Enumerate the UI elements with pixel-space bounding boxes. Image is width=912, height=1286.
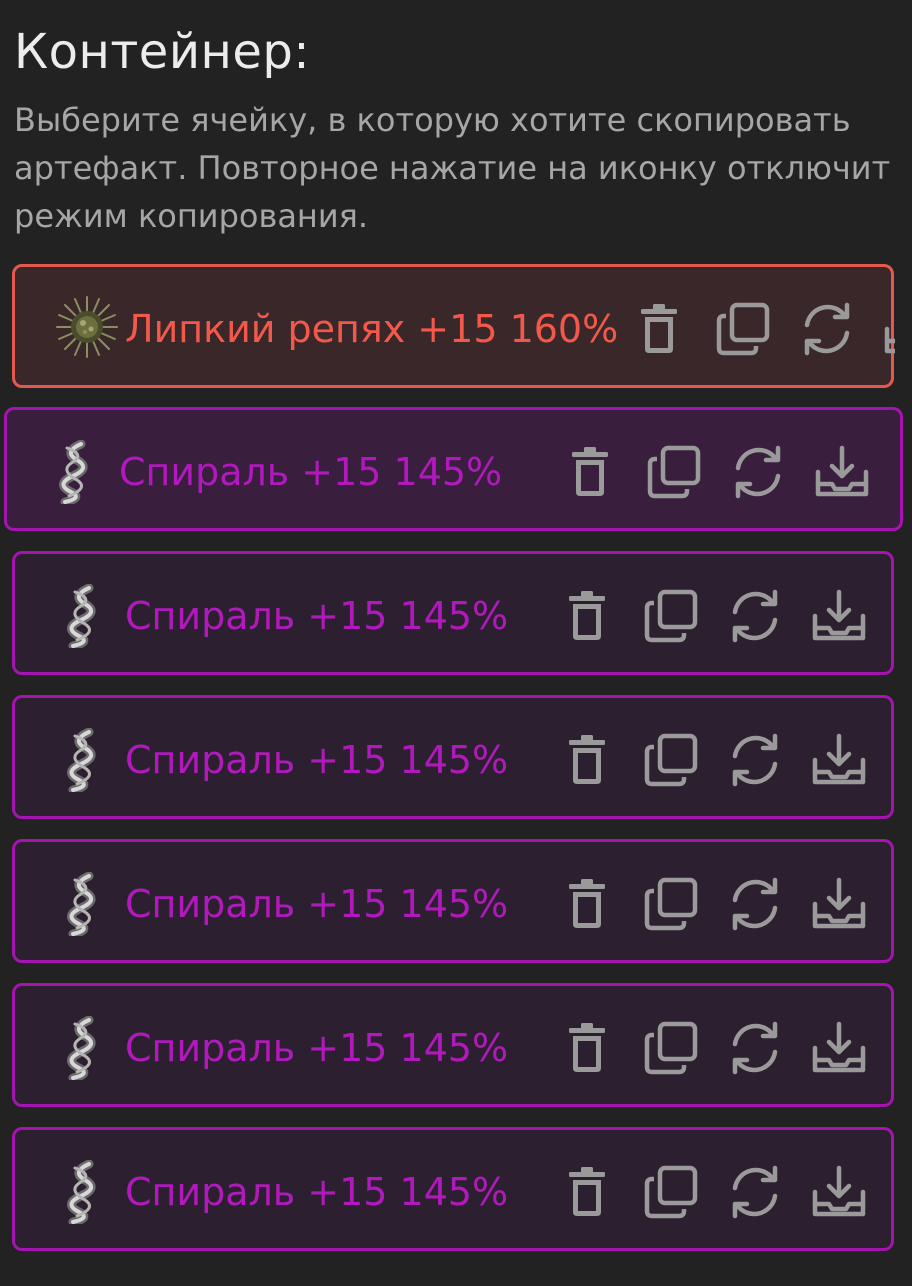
artifact-name: Спираль +15 145% [125,882,509,926]
swap-button[interactable] [728,442,788,502]
artifact-name: Спираль +15 145% [125,594,509,638]
download-icon [812,589,866,641]
swap-button[interactable] [725,730,785,790]
delete-button[interactable] [557,586,617,646]
copy-button[interactable] [641,874,701,934]
swap-icon [732,589,778,643]
artifact-name: Спираль +15 145% [125,1026,509,1070]
swap-button[interactable] [797,299,857,359]
download-button[interactable] [881,299,895,359]
artifact-slot[interactable]: Спираль +15 145% [12,983,894,1107]
trash-icon [569,591,605,640]
swap-icon [804,302,850,356]
swap-icon [732,1021,778,1075]
delete-button[interactable] [557,1162,617,1222]
artifact-slot[interactable]: Спираль +15 145% [12,551,894,675]
spiral-artifact-icon [51,584,115,648]
artifact-slot[interactable]: Спираль +15 145% [12,695,894,819]
spiral-artifact-icon [51,728,115,792]
trash-icon [569,735,605,784]
download-icon [812,1165,866,1217]
copy-icon [716,302,770,356]
trash-icon [569,1167,605,1216]
download-icon [812,877,866,929]
swap-icon [732,733,778,787]
artifact-slot-selected[interactable]: Липкий репях +15 160% [12,264,895,388]
artifact-slot[interactable]: Спираль +15 145% [4,407,903,531]
copy-button[interactable] [641,730,701,790]
spiral-artifact-icon [43,440,107,504]
delete-button[interactable] [557,874,617,934]
copy-icon [644,733,698,787]
artifact-name: Спираль +15 145% [125,1170,509,1214]
download-icon [812,1021,866,1073]
spiral-artifact-icon [51,1016,115,1080]
trash-icon [572,447,608,496]
trash-icon [569,879,605,928]
copy-icon [644,1165,698,1219]
download-button[interactable] [809,1162,869,1222]
download-icon [815,445,869,497]
swap-button[interactable] [725,874,785,934]
copy-icon [644,589,698,643]
trash-icon [641,304,677,353]
spiral-artifact-icon [51,1160,115,1224]
download-icon [812,733,866,785]
swap-icon [732,877,778,931]
copy-button[interactable] [641,586,701,646]
copy-button[interactable] [713,299,773,359]
swap-button[interactable] [725,1018,785,1078]
copy-icon [647,445,701,499]
delete-button[interactable] [557,730,617,790]
page-description: Выберите ячейку, в которую хотите скопир… [14,101,891,235]
copy-icon [644,877,698,931]
artifact-name: Спираль +15 145% [125,738,509,782]
copy-button[interactable] [641,1162,701,1222]
download-button[interactable] [809,1018,869,1078]
delete-button[interactable] [629,299,689,359]
artifact-name: Липкий репях +15 160% [125,307,619,351]
artifact-slot[interactable]: Спираль +15 145% [12,1127,894,1251]
copy-icon [644,1021,698,1075]
download-button[interactable] [809,586,869,646]
download-button[interactable] [809,730,869,790]
swap-button[interactable] [725,1162,785,1222]
swap-button[interactable] [725,586,785,646]
delete-button[interactable] [560,442,620,502]
copy-button[interactable] [641,1018,701,1078]
swap-icon [735,445,781,499]
burdock-artifact-icon [55,295,119,359]
download-button[interactable] [812,442,872,502]
spiral-artifact-icon [51,872,115,936]
swap-icon [732,1165,778,1219]
download-button[interactable] [809,874,869,934]
copy-button[interactable] [644,442,704,502]
download-icon [884,326,895,354]
artifact-slot[interactable]: Спираль +15 145% [12,839,894,963]
artifact-name: Спираль +15 145% [119,450,503,494]
page-title: Контейнер: [14,24,311,80]
trash-icon [569,1023,605,1072]
delete-button[interactable] [557,1018,617,1078]
